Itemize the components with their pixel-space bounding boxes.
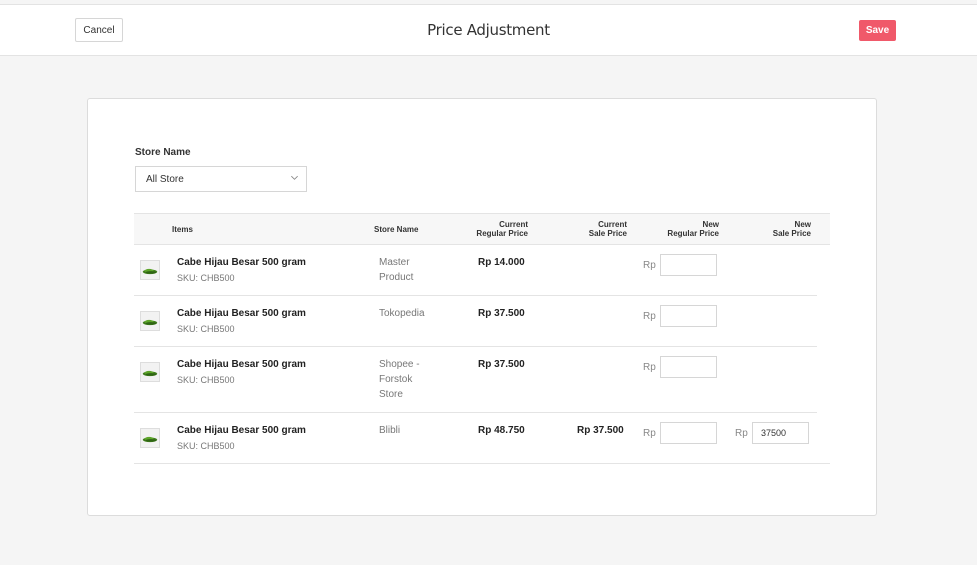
row-store-name: Tokopedia bbox=[379, 308, 425, 319]
header-items: Items bbox=[172, 225, 193, 234]
row-store-name: Shopee - Forstok Store bbox=[379, 359, 420, 400]
table-row: Cabe Hijau Besar 500 gram SKU: CHB500 Ma… bbox=[134, 246, 817, 296]
page-title: Price Adjustment bbox=[427, 21, 550, 39]
table-row: Cabe Hijau Besar 500 gram SKU: CHB500 To… bbox=[134, 297, 817, 347]
currency-label: Rp bbox=[643, 311, 656, 322]
product-thumbnail bbox=[140, 362, 160, 382]
store-select[interactable]: All Store bbox=[135, 166, 307, 192]
new-regular-price-input[interactable] bbox=[660, 305, 717, 327]
new-regular-price-input[interactable] bbox=[660, 422, 717, 444]
item-sku: SKU: CHB500 bbox=[177, 273, 235, 283]
save-button[interactable]: Save bbox=[859, 20, 896, 41]
new-regular-price-input[interactable] bbox=[660, 254, 717, 276]
row-store-name: Blibli bbox=[379, 425, 401, 436]
item-sku: SKU: CHB500 bbox=[177, 441, 235, 451]
current-regular-price: Rp 37.500 bbox=[478, 359, 525, 370]
item-name: Cabe Hijau Besar 500 gram bbox=[177, 257, 306, 268]
table-row: Cabe Hijau Besar 500 gram SKU: CHB500 Bl… bbox=[134, 414, 830, 464]
currency-label: Rp bbox=[643, 260, 656, 271]
header-current-sale: Current Sale Price bbox=[588, 220, 627, 238]
item-sku: SKU: CHB500 bbox=[177, 375, 235, 385]
header-current-regular: Current Regular Price bbox=[476, 220, 528, 238]
table-header: Items Store Name Current Regular Price Cu… bbox=[134, 213, 830, 245]
top-bar: Cancel Price Adjustment Save bbox=[0, 4, 977, 56]
table-row: Cabe Hijau Besar 500 gram SKU: CHB500 Sh… bbox=[134, 348, 817, 413]
price-adjustment-card: Store Name All Store Items Store Name Cu… bbox=[87, 98, 877, 516]
item-name: Cabe Hijau Besar 500 gram bbox=[177, 308, 306, 319]
header-new-sale: New Sale Price bbox=[772, 220, 811, 238]
new-regular-price-input[interactable] bbox=[660, 356, 717, 378]
header-store-name: Store Name bbox=[374, 225, 419, 234]
current-sale-price: Rp 37.500 bbox=[577, 425, 624, 436]
row-store-name: Master Product bbox=[379, 257, 414, 283]
item-name: Cabe Hijau Besar 500 gram bbox=[177, 359, 306, 370]
current-regular-price: Rp 14.000 bbox=[478, 257, 525, 268]
store-name-label: Store Name bbox=[135, 147, 191, 158]
product-thumbnail bbox=[140, 260, 160, 280]
current-regular-price: Rp 37.500 bbox=[478, 308, 525, 319]
chevron-down-icon bbox=[291, 175, 298, 180]
product-thumbnail bbox=[140, 428, 160, 448]
item-name: Cabe Hijau Besar 500 gram bbox=[177, 425, 306, 436]
item-sku: SKU: CHB500 bbox=[177, 324, 235, 334]
currency-label: Rp bbox=[643, 428, 656, 439]
store-select-value: All Store bbox=[146, 173, 184, 185]
current-regular-price: Rp 48.750 bbox=[478, 425, 525, 436]
currency-label: Rp bbox=[735, 428, 748, 439]
product-thumbnail bbox=[140, 311, 160, 331]
header-new-regular: New Regular Price bbox=[667, 220, 719, 238]
new-sale-price-input[interactable] bbox=[752, 422, 809, 444]
currency-label: Rp bbox=[643, 362, 656, 373]
